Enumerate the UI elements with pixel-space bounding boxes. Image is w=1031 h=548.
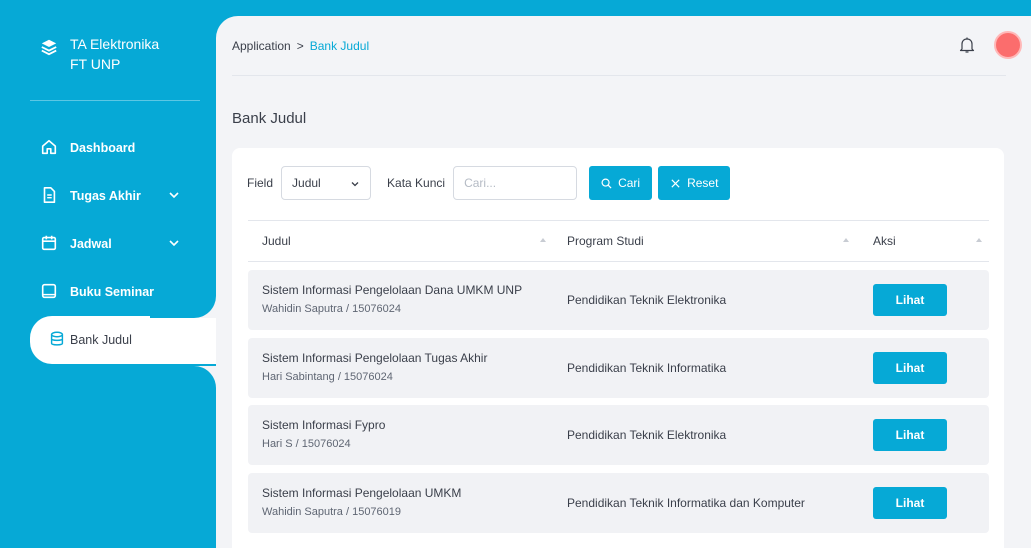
filter-bar: Field Judul Kata Kunci Cari Re — [247, 166, 736, 200]
avatar[interactable] — [994, 31, 1022, 59]
book-icon — [41, 283, 57, 299]
row-title: Sistem Informasi Pengelolaan Tugas Akhir — [262, 351, 488, 365]
table-header: Judul Program Studi Aksi — [248, 220, 989, 262]
row-title: Sistem Informasi Fypro — [262, 418, 386, 432]
search-button[interactable]: Cari — [589, 166, 653, 200]
lihat-button[interactable]: Lihat — [873, 352, 947, 384]
divider — [30, 100, 200, 101]
sort-icon[interactable] — [975, 236, 983, 244]
sidebar-item-tugas-akhir[interactable]: Tugas Akhir — [0, 172, 216, 220]
search-icon — [601, 178, 612, 189]
sidebar-item-dashboard[interactable]: Dashboard — [0, 124, 216, 172]
row-author: Hari Sabintang / 15076024 — [262, 371, 393, 383]
sidebar-item-label: Jadwal — [70, 237, 112, 251]
search-button-label: Cari — [618, 176, 641, 190]
chevron-down-icon — [169, 240, 179, 247]
field-select-value: Judul — [292, 176, 321, 190]
column-header-aksi[interactable]: Aksi — [873, 234, 896, 248]
sidebar-item-label: Bank Judul — [70, 333, 132, 347]
lihat-button[interactable]: Lihat — [873, 284, 947, 316]
row-title: Sistem Informasi Pengelolaan UMKM — [262, 486, 462, 500]
sort-icon[interactable] — [842, 236, 850, 244]
close-icon — [671, 178, 680, 188]
document-icon — [43, 186, 56, 204]
table-row: Sistem Informasi Pengelolaan UMKM Wahidi… — [248, 473, 989, 533]
keyword-label: Kata Kunci — [387, 176, 446, 190]
home-icon — [41, 139, 57, 155]
sidebar-item-label: Tugas Akhir — [70, 189, 141, 203]
field-select[interactable]: Judul — [281, 166, 372, 200]
table-row: Sistem Informasi Pengelolaan Tugas Akhir… — [248, 338, 989, 398]
brand-line-2: FT UNP — [70, 56, 121, 72]
breadcrumb-current[interactable]: Bank Judul — [310, 39, 369, 53]
sidebar-item-jadwal[interactable]: Jadwal — [0, 220, 216, 268]
reset-button-label: Reset — [687, 176, 719, 190]
layers-icon — [41, 39, 57, 56]
table-row: Sistem Informasi Fypro Hari S / 15076024… — [248, 405, 989, 465]
sidebar-item-label: Dashboard — [70, 141, 136, 155]
row-author: Wahidin Saputra / 15076024 — [262, 303, 402, 315]
decor — [150, 366, 216, 388]
table-row: Sistem Informasi Pengelolaan Dana UMKM U… — [248, 270, 989, 330]
field-label: Field — [247, 176, 274, 190]
bank-judul-card: Field Judul Kata Kunci Cari Re — [232, 148, 1004, 548]
calendar-icon — [41, 235, 57, 251]
row-author: Hari S / 15076024 — [262, 438, 351, 450]
top-bar: Application > Bank Judul — [232, 16, 1022, 76]
row-program-studi: Pendidikan Teknik Informatika dan Komput… — [567, 496, 805, 510]
lihat-button[interactable]: Lihat — [873, 419, 947, 451]
column-header-program-studi[interactable]: Program Studi — [567, 234, 644, 248]
breadcrumb-root[interactable]: Application — [232, 39, 291, 53]
row-program-studi: Pendidikan Teknik Informatika — [567, 361, 727, 375]
breadcrumb: Application > Bank Judul — [232, 39, 369, 53]
sidebar-nav: Dashboard Tugas Akhir Jadwal Buku Semina… — [0, 124, 216, 364]
row-program-studi: Pendidikan Teknik Elektronika — [567, 293, 727, 307]
keyword-input[interactable] — [453, 166, 578, 200]
brand-title: TA Elektronika FT UNP — [70, 34, 159, 74]
chevron-down-icon — [351, 182, 359, 187]
brand-line-1: TA Elektronika — [70, 36, 160, 52]
chevron-down-icon — [169, 192, 179, 199]
row-author: Wahidin Saputra / 15076019 — [262, 506, 402, 518]
bell-icon[interactable] — [959, 36, 975, 54]
sidebar-item-label: Buku Seminar — [70, 285, 155, 299]
sidebar: TA Elektronika FT UNP Dashboard Tugas Ak… — [0, 0, 216, 548]
row-title: Sistem Informasi Pengelolaan Dana UMKM U… — [262, 283, 523, 297]
reset-button[interactable]: Reset — [658, 166, 731, 200]
lihat-button[interactable]: Lihat — [873, 487, 947, 519]
sort-icon[interactable] — [539, 236, 547, 244]
database-icon — [50, 331, 64, 346]
main-content: Application > Bank Judul Bank Judul Fiel… — [216, 16, 1031, 548]
row-program-studi: Pendidikan Teknik Elektronika — [567, 428, 727, 442]
breadcrumb-separator: > — [296, 38, 304, 53]
sidebar-item-bank-judul[interactable]: Bank Judul — [30, 316, 216, 364]
brand[interactable]: TA Elektronika FT UNP — [40, 34, 159, 74]
column-header-judul[interactable]: Judul — [262, 234, 291, 248]
page-title: Bank Judul — [232, 110, 307, 127]
